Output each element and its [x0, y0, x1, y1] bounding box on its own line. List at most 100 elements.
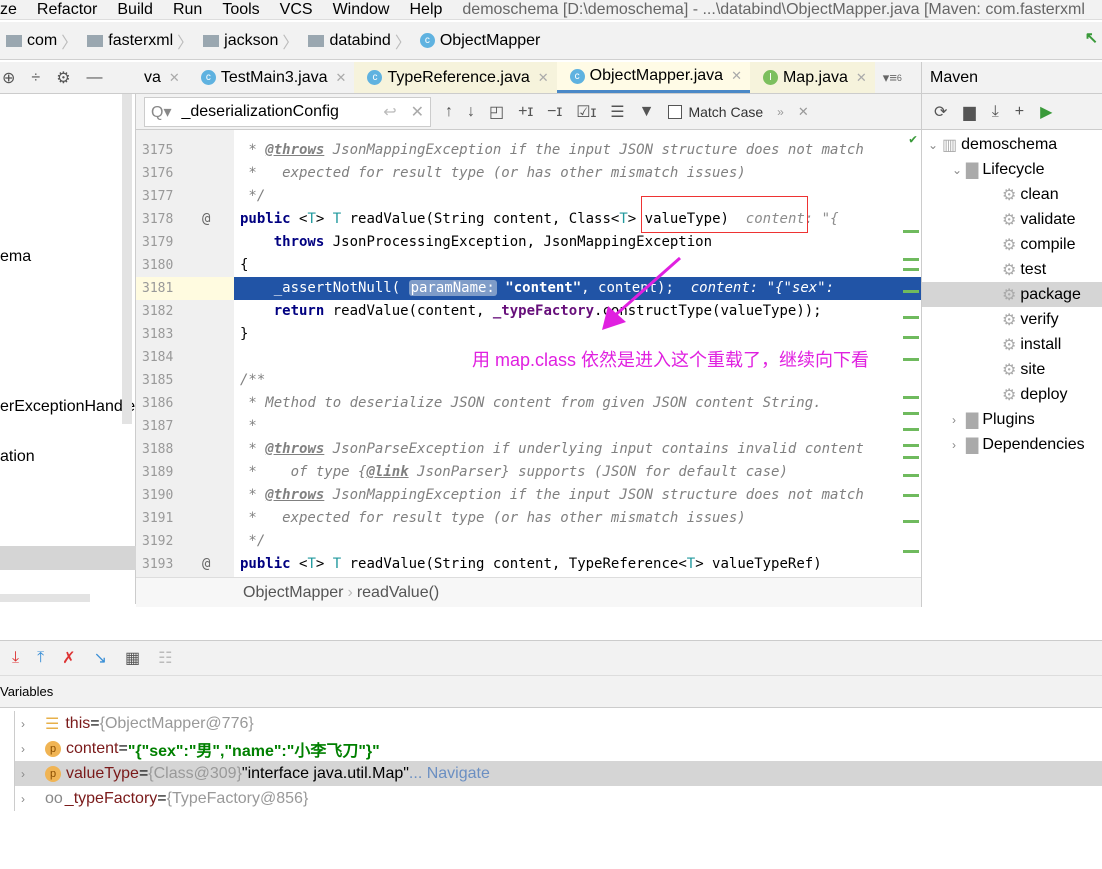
menu-refactor[interactable]: Refactor	[37, 1, 97, 19]
more-icon[interactable]: »	[777, 105, 784, 119]
crumb-com[interactable]: com	[27, 32, 57, 50]
menu-vcs[interactable]: VCS	[280, 1, 313, 19]
tab-objectmapper[interactable]: c ObjectMapper.java ✕	[556, 62, 750, 93]
reload-icon[interactable]: ⟳	[934, 102, 947, 122]
menu-build[interactable]: Build	[117, 1, 153, 19]
step-out-icon[interactable]: ⤒	[37, 649, 44, 667]
code-line[interactable]: 3180 {	[136, 254, 921, 277]
override-icon[interactable]: @	[202, 553, 210, 576]
select-all-occurrences-icon[interactable]: ☑ɪ	[576, 102, 596, 122]
code-line[interactable]: 3179 throws JsonProcessingException, Jso…	[136, 231, 921, 254]
evaluate-icon[interactable]: ▦	[125, 648, 140, 668]
code-line[interactable]: 3182 return readValue(content, _typeFact…	[136, 300, 921, 323]
crumb-fasterxml[interactable]: fasterxml	[108, 32, 173, 50]
gear-icon[interactable]: ⚙	[56, 68, 70, 88]
stripe-mark[interactable]	[903, 550, 919, 553]
menu-run[interactable]: Run	[173, 1, 202, 19]
maven-project[interactable]: ⌄ ▥ demoschema	[922, 132, 1102, 157]
project-item[interactable]: erExceptionHandle	[0, 398, 135, 416]
maven-goal-site[interactable]: ⚙ site	[922, 357, 1102, 382]
close-find-icon[interactable]: ✕	[798, 104, 809, 120]
code-line[interactable]: 3187 *	[136, 415, 921, 438]
stripe-mark[interactable]	[903, 290, 919, 293]
tab-overflow-button[interactable]: ▾≡ 6	[875, 62, 910, 93]
menu-window[interactable]: Window	[333, 1, 390, 19]
select-all-icon[interactable]: ◰	[489, 102, 504, 122]
code-line[interactable]: 3189 * of type {@link JsonParser} suppor…	[136, 461, 921, 484]
close-icon[interactable]: ✕	[856, 70, 867, 86]
stripe-mark[interactable]	[903, 412, 919, 415]
maven-goal-compile[interactable]: ⚙ compile	[922, 232, 1102, 257]
minimize-icon[interactable]: —	[87, 69, 103, 87]
crumb-objectmapper[interactable]: ObjectMapper	[440, 32, 541, 50]
close-icon[interactable]: ✕	[336, 70, 347, 86]
maven-goal-verify[interactable]: ⚙ verify	[922, 307, 1102, 332]
stripe-mark[interactable]	[903, 428, 919, 431]
locate-icon[interactable]: ⊕	[2, 68, 15, 88]
maven-dependencies[interactable]: › ▇ Dependencies	[922, 432, 1102, 457]
expand-icon[interactable]: ›	[21, 767, 35, 781]
code-line[interactable]: 3175 * @throws JsonMappingException if t…	[136, 139, 921, 162]
match-case-label[interactable]: Match Case	[688, 104, 763, 120]
add-occurrence-icon[interactable]: +ɪ	[518, 103, 533, 121]
filter-icon[interactable]: ▼	[639, 103, 655, 121]
crumb-class[interactable]: ObjectMapper	[243, 584, 344, 602]
remove-occurrence-icon[interactable]: −ɪ	[547, 103, 562, 121]
horizontal-scrollbar[interactable]	[0, 594, 90, 602]
expand-icon[interactable]: ›	[21, 742, 35, 756]
chevron-icon[interactable]: ⌄	[952, 163, 966, 177]
chevron-icon[interactable]: ›	[952, 413, 966, 427]
stripe-mark[interactable]	[903, 336, 919, 339]
code-line[interactable]: 3192 */	[136, 530, 921, 553]
maven-goal-test[interactable]: ⚙ test	[922, 257, 1102, 282]
navigate-link[interactable]: ... Navigate	[409, 765, 490, 783]
crumb-method[interactable]: readValue()	[357, 584, 439, 602]
folder-sync-icon[interactable]: ▆	[963, 102, 975, 122]
code-line[interactable]: 3176 * expected for result type (or has …	[136, 162, 921, 185]
stripe-mark[interactable]	[903, 258, 919, 261]
code-line[interactable]: 3191 * expected for result type (or has …	[136, 507, 921, 530]
crumb-jackson[interactable]: jackson	[224, 32, 278, 50]
stripe-mark[interactable]	[903, 396, 919, 399]
clear-icon[interactable]: ✕	[411, 102, 424, 122]
close-icon[interactable]: ✕	[169, 70, 180, 86]
search-value[interactable]: _deserializationConfig	[181, 103, 383, 121]
stripe-mark[interactable]	[903, 474, 919, 477]
run-to-cursor-icon[interactable]: ↘	[94, 648, 107, 668]
close-icon[interactable]: ✕	[538, 70, 549, 86]
stripe-mark[interactable]	[903, 358, 919, 361]
variable-row[interactable]: › p valueType = {Class@309} "interface jav…	[14, 761, 1102, 786]
stripe-mark[interactable]	[903, 316, 919, 319]
close-icon[interactable]: ✕	[731, 68, 742, 84]
tab-typereference[interactable]: c TypeReference.java ✕	[354, 62, 557, 93]
maven-goal-package[interactable]: ⚙ package	[922, 282, 1102, 307]
variable-row[interactable]: › oo _typeFactory = {TypeFactory@856}	[14, 786, 1102, 811]
stripe-mark[interactable]	[903, 520, 919, 523]
stripe-mark[interactable]	[903, 456, 919, 459]
tab-map[interactable]: I Map.java ✕	[749, 62, 875, 93]
stripe-mark[interactable]	[903, 268, 919, 271]
project-item[interactable]: ation	[0, 448, 35, 466]
override-icon[interactable]: @	[202, 208, 210, 231]
expand-icon[interactable]: ›	[21, 792, 35, 806]
tab-testmain3[interactable]: c TestMain3.java ✕	[188, 62, 355, 93]
stripe-mark[interactable]	[903, 444, 919, 447]
search-input[interactable]: Q▾ _deserializationConfig ↩ ✕	[144, 96, 431, 127]
hammer-icon[interactable]: ↖	[1085, 28, 1098, 48]
step-into-icon[interactable]: ⤓	[12, 649, 19, 667]
vertical-scrollbar[interactable]	[122, 94, 132, 424]
maven-goal-install[interactable]: ⚙ install	[922, 332, 1102, 357]
crumb-databind[interactable]: databind	[329, 32, 390, 50]
match-case-checkbox[interactable]	[668, 104, 683, 119]
variable-row[interactable]: › ☰ this = {ObjectMapper@776}	[14, 711, 1102, 736]
stripe-mark[interactable]	[903, 230, 919, 233]
newline-icon[interactable]: ↩	[383, 102, 396, 122]
multiline-icon[interactable]: ☰	[610, 102, 624, 122]
code-line[interactable]: 3186 * Method to deserialize JSON conten…	[136, 392, 921, 415]
trace-icon[interactable]: ☷	[158, 648, 172, 668]
maven-goal-deploy[interactable]: ⚙ deploy	[922, 382, 1102, 407]
code-line[interactable]: 3183}	[136, 323, 921, 346]
arrow-down-icon[interactable]: ↓	[467, 103, 475, 121]
chevron-icon[interactable]: ⌄	[928, 138, 942, 152]
maven-plugins[interactable]: › ▇ Plugins	[922, 407, 1102, 432]
